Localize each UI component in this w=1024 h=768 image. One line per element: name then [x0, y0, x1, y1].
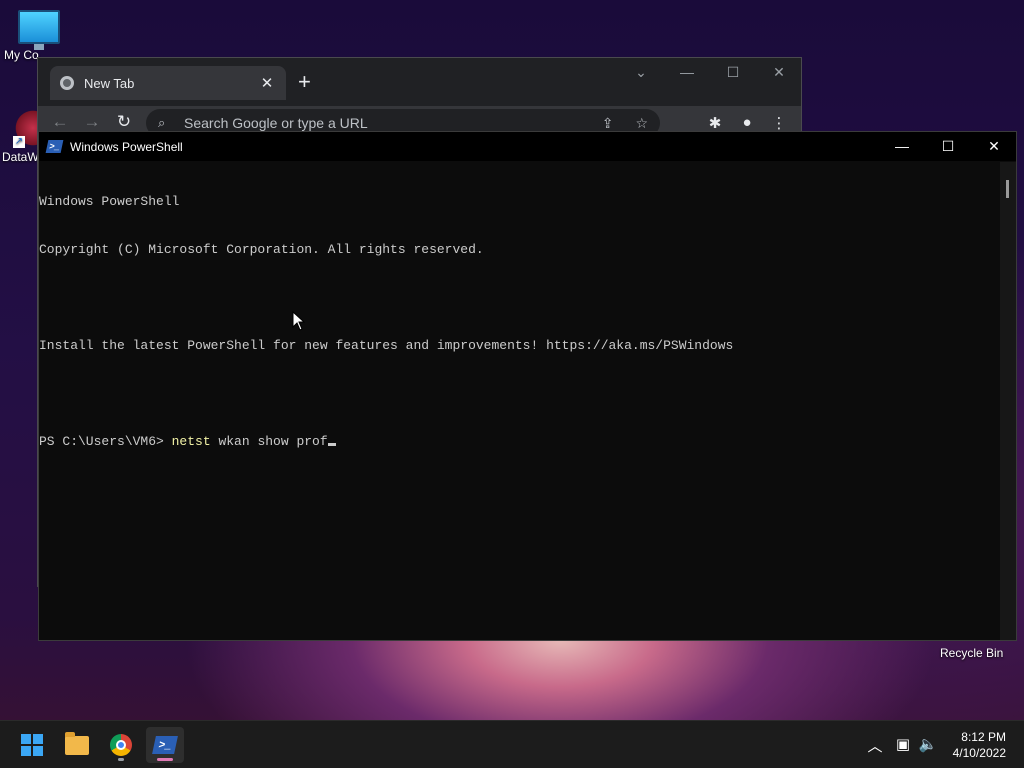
back-button[interactable]: ←	[48, 112, 72, 132]
running-indicator	[118, 758, 124, 761]
new-tab-button[interactable]: +	[298, 71, 311, 93]
chrome-close-button[interactable]: ✕	[756, 58, 802, 86]
network-icon[interactable]: ▣	[892, 735, 914, 753]
ps-close-button[interactable]: ✕	[971, 132, 1017, 161]
ps-minimize-button[interactable]: —	[879, 132, 925, 161]
prompt: PS C:\Users\VM6>	[39, 434, 172, 449]
console-line: Copyright (C) Microsoft Corporation. All…	[39, 242, 484, 257]
taskbar-file-explorer[interactable]	[58, 727, 96, 763]
powershell-icon: >_	[152, 736, 178, 754]
chrome-menu-icon[interactable]: ⋮	[768, 114, 790, 132]
command-verb: netst	[171, 434, 211, 449]
chrome-minimize-button[interactable]: —	[664, 58, 710, 86]
tray-chevron-icon[interactable]: ︿	[864, 735, 886, 756]
chrome-maximize-button[interactable]: ☐	[710, 58, 756, 86]
volume-icon[interactable]: 🔈	[917, 735, 939, 753]
extensions-icon[interactable]: ✱	[704, 114, 726, 132]
reload-button[interactable]: ↻	[112, 112, 136, 132]
clock-time: 8:12 PM	[961, 730, 1006, 744]
command-args: wkan show prof	[210, 434, 328, 449]
omnibox-placeholder: Search Google or type a URL	[184, 115, 368, 131]
tab-close-icon[interactable]: ✕	[258, 74, 276, 92]
recycle-bin-label[interactable]: Recycle Bin	[940, 646, 1003, 660]
ps-maximize-button[interactable]: ☐	[925, 132, 971, 161]
tab-title: New Tab	[84, 75, 135, 91]
powershell-logo-icon: >_	[45, 140, 64, 153]
active-indicator	[157, 758, 173, 761]
folder-icon	[65, 731, 89, 755]
taskbar-clock[interactable]: 8:12 PM 4/10/2022	[953, 729, 1006, 761]
powershell-window: >_ Windows PowerShell — ☐ ✕ Windows Powe…	[38, 131, 1017, 641]
chrome-tab-bar: New Tab ✕ + ⌄ — ☐ ✕	[38, 58, 801, 106]
chrome-tab-new-tab[interactable]: New Tab ✕	[50, 66, 286, 100]
chrome-icon	[110, 734, 132, 756]
taskbar: >_ ︿ ▣ 🔈 8:12 PM 4/10/2022	[0, 720, 1024, 768]
profile-icon[interactable]: ●	[736, 114, 758, 131]
tab-search-icon[interactable]: ⌄	[618, 58, 664, 86]
scrollbar-thumb[interactable]	[1006, 180, 1009, 198]
powershell-title-bar[interactable]: >_ Windows PowerShell — ☐ ✕	[39, 132, 1016, 161]
text-cursor	[327, 443, 336, 446]
desktop-icon-my-computer[interactable]: My Co	[4, 10, 74, 62]
share-icon[interactable]: ⇪	[602, 115, 614, 132]
search-icon: ⌕	[158, 115, 166, 130]
shortcut-arrow-icon: ↗	[13, 136, 25, 148]
bookmark-star-icon[interactable]: ☆	[635, 115, 648, 132]
taskbar-powershell[interactable]: >_	[146, 727, 184, 763]
windows-logo-icon	[21, 734, 43, 756]
chrome-favicon-icon	[60, 76, 74, 90]
console-output[interactable]: Windows PowerShell Copyright (C) Microso…	[39, 162, 1000, 640]
console-scrollbar[interactable]	[1000, 162, 1016, 640]
command-line[interactable]: PS C:\Users\VM6> netst wkan show prof	[39, 434, 1000, 450]
forward-button[interactable]: →	[80, 112, 104, 132]
start-button[interactable]	[13, 727, 51, 763]
monitor-icon	[18, 10, 60, 50]
console-line: Install the latest PowerShell for new fe…	[39, 338, 734, 353]
console-line: Windows PowerShell	[39, 194, 180, 209]
taskbar-chrome[interactable]	[102, 727, 140, 763]
window-title: Windows PowerShell	[70, 139, 183, 154]
clock-date: 4/10/2022	[952, 746, 1006, 760]
